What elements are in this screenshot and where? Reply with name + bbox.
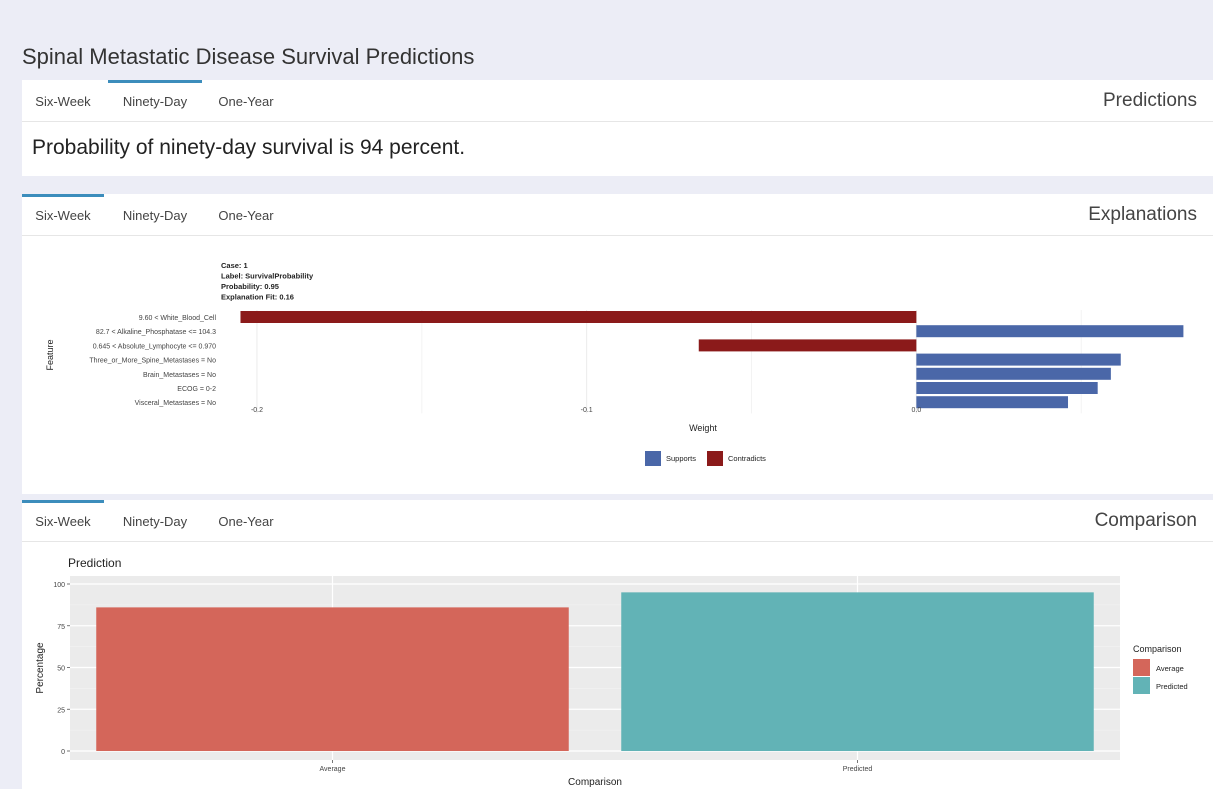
comparison-bar xyxy=(621,592,1094,751)
explanation-bar xyxy=(916,325,1184,338)
feature-label: 0.645 < Absolute_Lymphocyte <= 0.970 xyxy=(93,343,216,350)
feature-label: Brain_Metastases = No xyxy=(143,372,216,379)
explanation-header-line: Case: 1 xyxy=(221,261,248,270)
explanation-bar xyxy=(916,396,1069,409)
feature-label: Visceral_Metastases = No xyxy=(135,400,216,407)
legend-label: Predicted xyxy=(1156,682,1188,691)
legend-title: Comparison xyxy=(1133,644,1182,654)
explanation-header-line: Explanation Fit: 0.16 xyxy=(221,293,294,302)
x-tick-label: -0.1 xyxy=(581,407,593,414)
feature-label: ECOG = 0-2 xyxy=(177,386,216,393)
comparison-chart-title: Prediction xyxy=(68,556,121,570)
y-axis-title: Feature xyxy=(45,339,55,370)
explanation-bar xyxy=(698,339,917,352)
x-axis-title: Weight xyxy=(689,423,717,433)
explanation-bar xyxy=(916,382,1098,394)
y-axis-title: Percentage xyxy=(35,642,46,694)
legend-swatch xyxy=(1133,659,1150,676)
legend-label-supports: Supports xyxy=(666,454,696,463)
explanation-bar xyxy=(916,367,1111,380)
y-tick-label: 0 xyxy=(61,749,65,756)
explanation-bar xyxy=(916,353,1121,366)
explanation-bar xyxy=(240,311,917,323)
legend-label-contradicts: Contradicts xyxy=(728,454,766,463)
explanation-header-line: Label: SurvivalProbability xyxy=(221,272,314,281)
y-tick-label: 75 xyxy=(57,624,65,631)
x-tick-label: -0.2 xyxy=(251,407,263,414)
explanation-header-line: Probability: 0.95 xyxy=(221,282,279,291)
legend-swatch-supports xyxy=(645,451,661,466)
x-tick-label: 0.0 xyxy=(911,407,921,414)
legend-swatch-contradicts xyxy=(707,451,723,466)
explanation-chart: Case: 1 Label: SurvivalProbabilityProbabi… xyxy=(35,261,1188,788)
y-tick-label: 25 xyxy=(57,707,65,714)
feature-label: 82.7 < Alkaline_Phosphatase <= 104.3 xyxy=(96,329,216,336)
feature-label: Three_or_More_Spine_Metastases = No xyxy=(89,358,216,365)
feature-label: 9.60 < White_Blood_Cell xyxy=(139,315,217,322)
comparison-bar xyxy=(96,607,569,751)
y-tick-label: 50 xyxy=(57,666,65,673)
legend-label: Average xyxy=(1156,664,1184,673)
x-tick-label: Predicted xyxy=(843,766,873,773)
y-tick-label: 100 xyxy=(53,582,65,589)
x-axis-title: Comparison xyxy=(568,777,622,788)
x-tick-label: Average xyxy=(320,766,346,773)
legend-swatch xyxy=(1133,677,1150,694)
